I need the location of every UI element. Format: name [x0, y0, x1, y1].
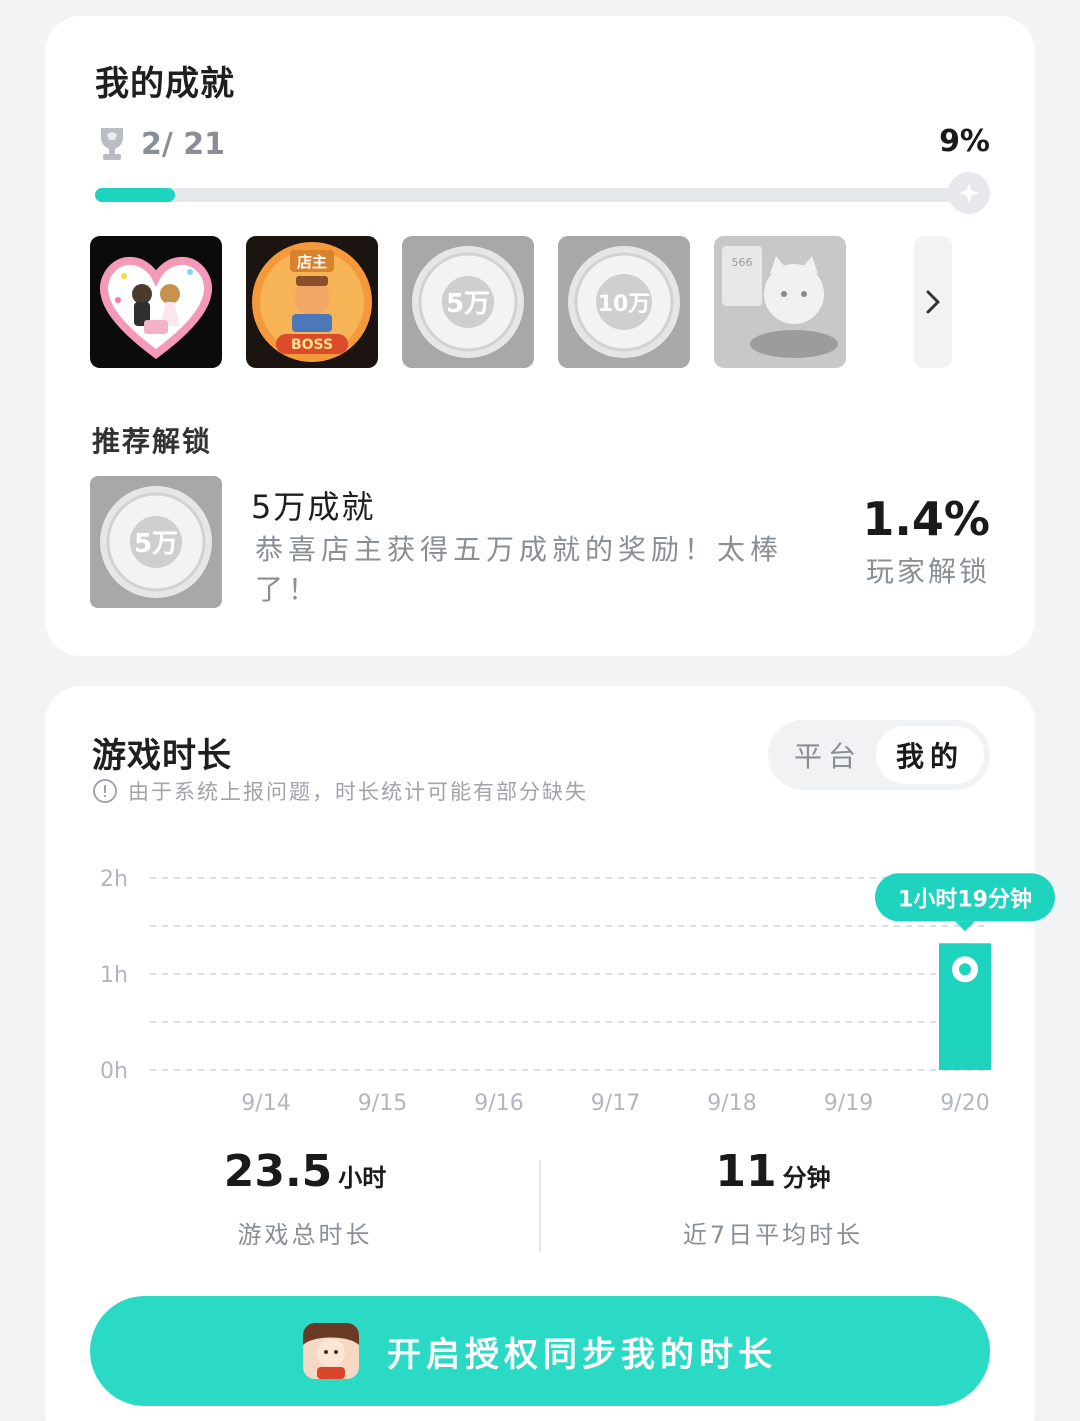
playtime-notice: 由于系统上报问题，时长统计可能有部分缺失: [92, 776, 588, 806]
progress-end-star-icon: [948, 172, 990, 214]
stat-divider: [539, 1160, 541, 1252]
toggle-mine[interactable]: 我的: [876, 726, 984, 784]
toggle-platform[interactable]: 平台: [774, 726, 882, 784]
x-tick-label: 9/18: [707, 1091, 756, 1116]
playtime-title: 游戏时长: [92, 736, 232, 776]
achievement-count: 2/ 21: [97, 124, 225, 164]
game-avatar: [303, 1323, 359, 1379]
playtime-notice-text: 由于系统上报问题，时长统计可能有部分缺失: [128, 780, 588, 804]
playtime-card: 游戏时长 平台 我的 由于系统上报问题，时长统计可能有部分缺失 0h 1h 2h 9/…: [45, 686, 1055, 1421]
recommended-achievement-name: 5万成就: [251, 488, 376, 526]
playtime-chart: 0h 1h 2h 9/14 9/15 9/16 9/17 9/18 9/19 9/20 1小时19分…: [90, 846, 1055, 1126]
recommended-badge-image[interactable]: 5万: [90, 476, 222, 608]
average-playtime-unit: 分钟: [782, 1164, 831, 1192]
x-tick-label: 9/15: [358, 1091, 407, 1116]
bar-marker-dot: [959, 963, 971, 976]
tooltip-text: 1小时19分钟: [898, 886, 1032, 912]
boss-badge-top-text: 店主: [297, 253, 327, 271]
recommended-unlock-label: 玩家解锁: [865, 555, 990, 588]
average-playtime-value: 11: [715, 1146, 777, 1197]
wedding-badge[interactable]: [90, 236, 222, 368]
recommend-section-label: 推荐解锁: [92, 425, 213, 458]
info-icon: [93, 779, 117, 803]
achievement-progress-fill: [95, 188, 175, 202]
total-playtime-unit: 小时: [338, 1164, 387, 1192]
y-tick-label: 2h: [100, 867, 128, 892]
recommended-badge-text: 5万: [134, 529, 178, 559]
recommended-achievement-description: 恭喜店主获得五万成就的奖励！太棒了！: [255, 533, 784, 606]
50k-badge[interactable]: 5万: [402, 236, 534, 368]
achievement-badge-list: 店主 BOSS 5万 10万 566: [90, 236, 990, 370]
x-tick-label: 9/20: [940, 1091, 989, 1116]
achievement-progress-bar: [95, 188, 985, 202]
playtime-source-toggle: 平台 我的: [768, 720, 990, 790]
y-tick-label: 0h: [100, 1059, 128, 1084]
50k-badge-text: 5万: [446, 289, 490, 319]
achievement-count-text: 2/ 21: [141, 126, 226, 162]
y-tick-label: 1h: [100, 963, 128, 988]
more-badges-chevron-icon[interactable]: [914, 236, 952, 368]
recommended-unlock-percent: 1.4%: [862, 492, 990, 546]
x-tick-label: 9/16: [474, 1091, 523, 1116]
total-playtime-value: 23.5: [223, 1146, 333, 1197]
x-tick-label: 9/19: [824, 1091, 873, 1116]
cat-food-badge[interactable]: 566: [714, 236, 846, 368]
trophy-icon: [101, 128, 123, 160]
boss-shop-badge[interactable]: 店主 BOSS: [246, 236, 378, 368]
total-playtime-label: 游戏总时长: [237, 1221, 373, 1249]
achievement-percent: 9%: [939, 124, 990, 159]
boss-badge-bottom-text: BOSS: [291, 337, 333, 353]
sync-playtime-label: 开启授权同步我的时长: [387, 1334, 777, 1375]
playtime-chart-svg: 0h 1h 2h 9/14 9/15 9/16 9/17 9/18 9/19 9/20 1小时19分…: [100, 867, 1055, 1116]
100k-badge[interactable]: 10万: [558, 236, 690, 368]
100k-badge-text: 10万: [598, 292, 651, 317]
sync-playtime-button[interactable]: 开启授权同步我的时长: [90, 1296, 990, 1406]
cat-badge-text: 566: [732, 256, 753, 269]
achievements-card: 我的成就 2/ 21 9% 店主 BOSS 5万 10万 566 推荐解锁 5万…: [45, 16, 1035, 656]
total-playtime-stat: 23.5 小时 游戏总时长: [105, 1146, 505, 1250]
average-playtime-label: 近7日平均时长: [682, 1221, 864, 1249]
average-playtime-stat: 11 分钟 近7日平均时长: [573, 1146, 973, 1250]
x-tick-label: 9/14: [241, 1091, 290, 1116]
achievements-title: 我的成就: [95, 64, 235, 104]
x-tick-label: 9/17: [591, 1091, 640, 1116]
